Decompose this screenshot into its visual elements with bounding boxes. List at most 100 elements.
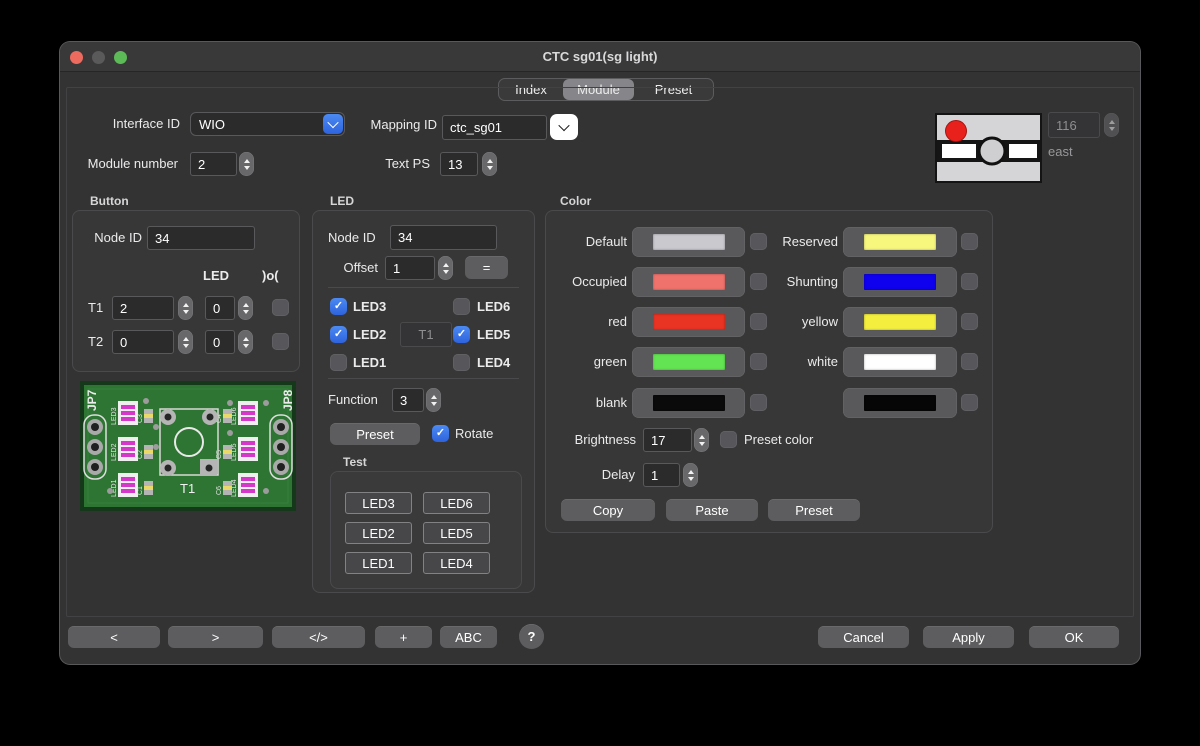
abc-button[interactable]: ABC [440, 626, 497, 648]
button-t2-led-input[interactable]: 0 [205, 330, 235, 354]
led6-checkbox[interactable] [453, 298, 470, 315]
test-led3-button[interactable]: LED3 [345, 492, 412, 514]
stepper-down-icon[interactable] [487, 166, 493, 170]
extra-color-checkbox[interactable] [961, 394, 978, 411]
paste-button[interactable]: Paste [666, 499, 758, 521]
button-t1-led-stepper[interactable] [238, 296, 253, 320]
equals-button[interactable]: = [465, 256, 508, 279]
brightness-input[interactable]: 17 [643, 428, 692, 452]
test-led1-button[interactable]: LED1 [345, 552, 412, 574]
white-color-checkbox[interactable] [961, 353, 978, 370]
green-color-swatch[interactable] [632, 347, 745, 377]
stepper-down-icon[interactable] [243, 344, 249, 348]
stepper-up-icon[interactable] [1109, 120, 1115, 124]
add-button[interactable]: + [375, 626, 432, 648]
stepper-down-icon[interactable] [699, 442, 705, 446]
prev-button[interactable]: < [68, 626, 160, 648]
blank-color-checkbox[interactable] [750, 394, 767, 411]
red-color-swatch[interactable] [632, 307, 745, 337]
signal-number-stepper[interactable] [1104, 113, 1119, 137]
button-node-id-input[interactable]: 34 [147, 226, 255, 250]
stepper-up-icon[interactable] [699, 435, 705, 439]
preset-color-checkbox[interactable] [720, 431, 737, 448]
button-t1-stepper[interactable] [178, 296, 193, 320]
text-ps-stepper[interactable] [482, 152, 497, 176]
stepper-up-icon[interactable] [688, 470, 694, 474]
button-toggle-header: )o( [262, 268, 279, 283]
white-color-swatch[interactable] [843, 347, 957, 377]
offset-stepper[interactable] [438, 256, 453, 280]
color-preset-button[interactable]: Preset [768, 499, 860, 521]
default-color-swatch[interactable] [632, 227, 745, 257]
mapping-id-input[interactable]: ctc_sg01 [442, 115, 547, 140]
test-led2-button[interactable]: LED2 [345, 522, 412, 544]
stepper-up-icon[interactable] [244, 159, 250, 163]
led2-checkbox[interactable] [330, 326, 347, 343]
shunting-color-checkbox[interactable] [961, 273, 978, 290]
button-t2-stepper[interactable] [178, 330, 193, 354]
led1-checkbox[interactable] [330, 354, 347, 371]
button-t2-checkbox[interactable] [272, 333, 289, 350]
yellow-color-swatch[interactable] [843, 307, 957, 337]
reserved-color-swatch[interactable] [843, 227, 957, 257]
mapping-id-dropdown-button[interactable] [550, 114, 578, 140]
stepper-up-icon[interactable] [243, 303, 249, 307]
test-led4-button[interactable]: LED4 [423, 552, 490, 574]
led3-checkbox[interactable] [330, 298, 347, 315]
occupied-color-swatch[interactable] [632, 267, 745, 297]
button-t2-input[interactable]: 0 [112, 330, 174, 354]
next-button[interactable]: > [168, 626, 263, 648]
button-t1-checkbox[interactable] [272, 299, 289, 316]
yellow-color-checkbox[interactable] [961, 313, 978, 330]
module-number-stepper[interactable] [239, 152, 254, 176]
stepper-down-icon[interactable] [183, 310, 189, 314]
cancel-button[interactable]: Cancel [818, 626, 909, 648]
led4-checkbox[interactable] [453, 354, 470, 371]
led5-checkbox[interactable] [453, 326, 470, 343]
apply-button[interactable]: Apply [923, 626, 1014, 648]
copy-button[interactable]: Copy [561, 499, 655, 521]
button-t1-input[interactable]: 2 [112, 296, 174, 320]
module-number-input[interactable]: 2 [190, 152, 237, 176]
test-led6-button[interactable]: LED6 [423, 492, 490, 514]
stepper-down-icon[interactable] [688, 477, 694, 481]
interface-id-select[interactable]: WIO [190, 112, 345, 136]
blank-color-swatch[interactable] [632, 388, 745, 418]
button-t2-led-stepper[interactable] [238, 330, 253, 354]
offset-input[interactable]: 1 [385, 256, 435, 280]
test-led5-button[interactable]: LED5 [423, 522, 490, 544]
stepper-down-icon[interactable] [244, 166, 250, 170]
function-input[interactable]: 3 [392, 388, 424, 412]
stepper-down-icon[interactable] [443, 270, 449, 274]
led-preset-button[interactable]: Preset [330, 423, 420, 445]
help-button[interactable]: ? [519, 624, 544, 649]
stepper-down-icon[interactable] [183, 344, 189, 348]
stepper-up-icon[interactable] [183, 303, 189, 307]
stepper-up-icon[interactable] [243, 337, 249, 341]
shunting-color-swatch[interactable] [843, 267, 957, 297]
button-t1-led-input[interactable]: 0 [205, 296, 235, 320]
brightness-stepper[interactable] [694, 428, 709, 452]
t1-field-value: T1 [418, 327, 433, 342]
rotate-checkbox[interactable] [432, 425, 449, 442]
extra-color-swatch[interactable] [843, 388, 957, 418]
signal-dial [979, 138, 1005, 164]
stepper-up-icon[interactable] [183, 337, 189, 341]
reserved-color-checkbox[interactable] [961, 233, 978, 250]
delay-input[interactable]: 1 [643, 463, 680, 487]
stepper-up-icon[interactable] [431, 395, 437, 399]
delay-stepper[interactable] [683, 463, 698, 487]
delay-label: Delay [535, 463, 635, 487]
stepper-down-icon[interactable] [431, 402, 437, 406]
pcb-cap-label: C6 [216, 486, 223, 495]
signal-number-input[interactable]: 116 [1048, 112, 1100, 138]
stepper-up-icon[interactable] [443, 263, 449, 267]
stepper-down-icon[interactable] [1109, 127, 1115, 131]
ok-button[interactable]: OK [1029, 626, 1119, 648]
stepper-down-icon[interactable] [243, 310, 249, 314]
stepper-up-icon[interactable] [487, 159, 493, 163]
led-node-id-input[interactable]: 34 [390, 225, 497, 250]
text-ps-input[interactable]: 13 [440, 152, 478, 176]
code-button[interactable]: </> [272, 626, 365, 648]
function-stepper[interactable] [426, 388, 441, 412]
